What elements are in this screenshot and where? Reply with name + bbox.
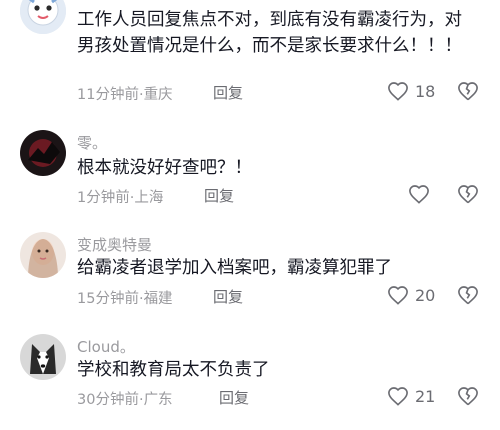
comment-2-time: 1分钟前 [77, 190, 130, 206]
comment-3-reply-button[interactable]: 回复 [213, 286, 243, 307]
comment-3-meta: 15分钟前·福建 [77, 287, 173, 308]
comment-4-like-button[interactable]: 21 [387, 386, 435, 406]
comment-3-avatar[interactable] [20, 232, 66, 278]
comment-2-username[interactable]: 零。 [77, 132, 107, 153]
comment-2-like-button[interactable] [408, 184, 436, 204]
comment-2-reply-button[interactable]: 回复 [204, 185, 234, 206]
comment-4-location: 广东 [143, 392, 173, 408]
comment-1: 工作人员回复焦点不对，到底有没有霸凌行为，对男孩处置情况是什么，而不是家长要求什… [0, 0, 500, 110]
comment-3-username[interactable]: 变成奥特曼 [77, 234, 152, 255]
comment-3-dislike-button[interactable] [457, 285, 479, 305]
comment-4-like-count: 21 [415, 386, 436, 406]
comment-1-dislike-button[interactable] [457, 81, 479, 101]
heart-outline-icon [387, 81, 409, 101]
comment-4-text: 学校和教育局太不负责了 [77, 360, 270, 380]
comment-1-time: 11分钟前 [77, 87, 139, 103]
comment-1-meta: 11分钟前·重庆 [77, 83, 173, 104]
comment-1-avatar[interactable] [20, 0, 66, 34]
broken-heart-icon [457, 81, 479, 101]
comment-3-text: 给霸凌者退学加入档案吧，霸凌算犯罪了 [77, 258, 392, 278]
comment-1-like-button[interactable]: 18 [387, 81, 435, 101]
comment-2-location: 上海 [134, 190, 164, 206]
comment-4-meta: 30分钟前·广东 [77, 388, 173, 409]
comment-3: 变成奥特曼 给霸凌者退学加入档案吧，霸凌算犯罪了 15分钟前·福建 回复 20 [0, 230, 500, 320]
comment-2: 零。 根本就没好好查吧？！ 1分钟前·上海 回复 [0, 128, 500, 218]
comment-2-avatar[interactable] [20, 130, 66, 176]
comment-2-dislike-button[interactable] [457, 184, 479, 204]
broken-heart-icon [457, 386, 479, 406]
comment-1-text: 工作人员回复焦点不对，到底有没有霸凌行为，对男孩处置情况是什么，而不是家长要求什… [77, 10, 462, 56]
comment-1-location: 重庆 [143, 87, 173, 103]
comment-3-location: 福建 [143, 291, 173, 307]
comment-1-reply-button[interactable]: 回复 [213, 82, 243, 103]
broken-heart-icon [457, 285, 479, 305]
comment-2-meta: 1分钟前·上海 [77, 186, 163, 207]
comment-4-avatar[interactable] [20, 334, 66, 380]
comment-3-time: 15分钟前 [77, 291, 139, 307]
comment-2-text: 根本就没好好查吧？！ [77, 158, 252, 178]
comment-4-time: 30分钟前 [77, 392, 139, 408]
comment-3-like-button[interactable]: 20 [387, 285, 435, 305]
heart-outline-icon [387, 285, 409, 305]
comment-3-like-count: 20 [415, 285, 436, 305]
comment-4-username[interactable]: Cloud。 [77, 336, 135, 357]
comment-4: Cloud。 学校和教育局太不负责了 30分钟前·广东 回复 21 [0, 330, 500, 430]
comment-4-reply-button[interactable]: 回复 [219, 387, 249, 408]
heart-outline-icon [408, 184, 430, 204]
heart-outline-icon [387, 386, 409, 406]
comment-4-dislike-button[interactable] [457, 386, 479, 406]
broken-heart-icon [457, 184, 479, 204]
comment-1-like-count: 18 [415, 81, 436, 101]
